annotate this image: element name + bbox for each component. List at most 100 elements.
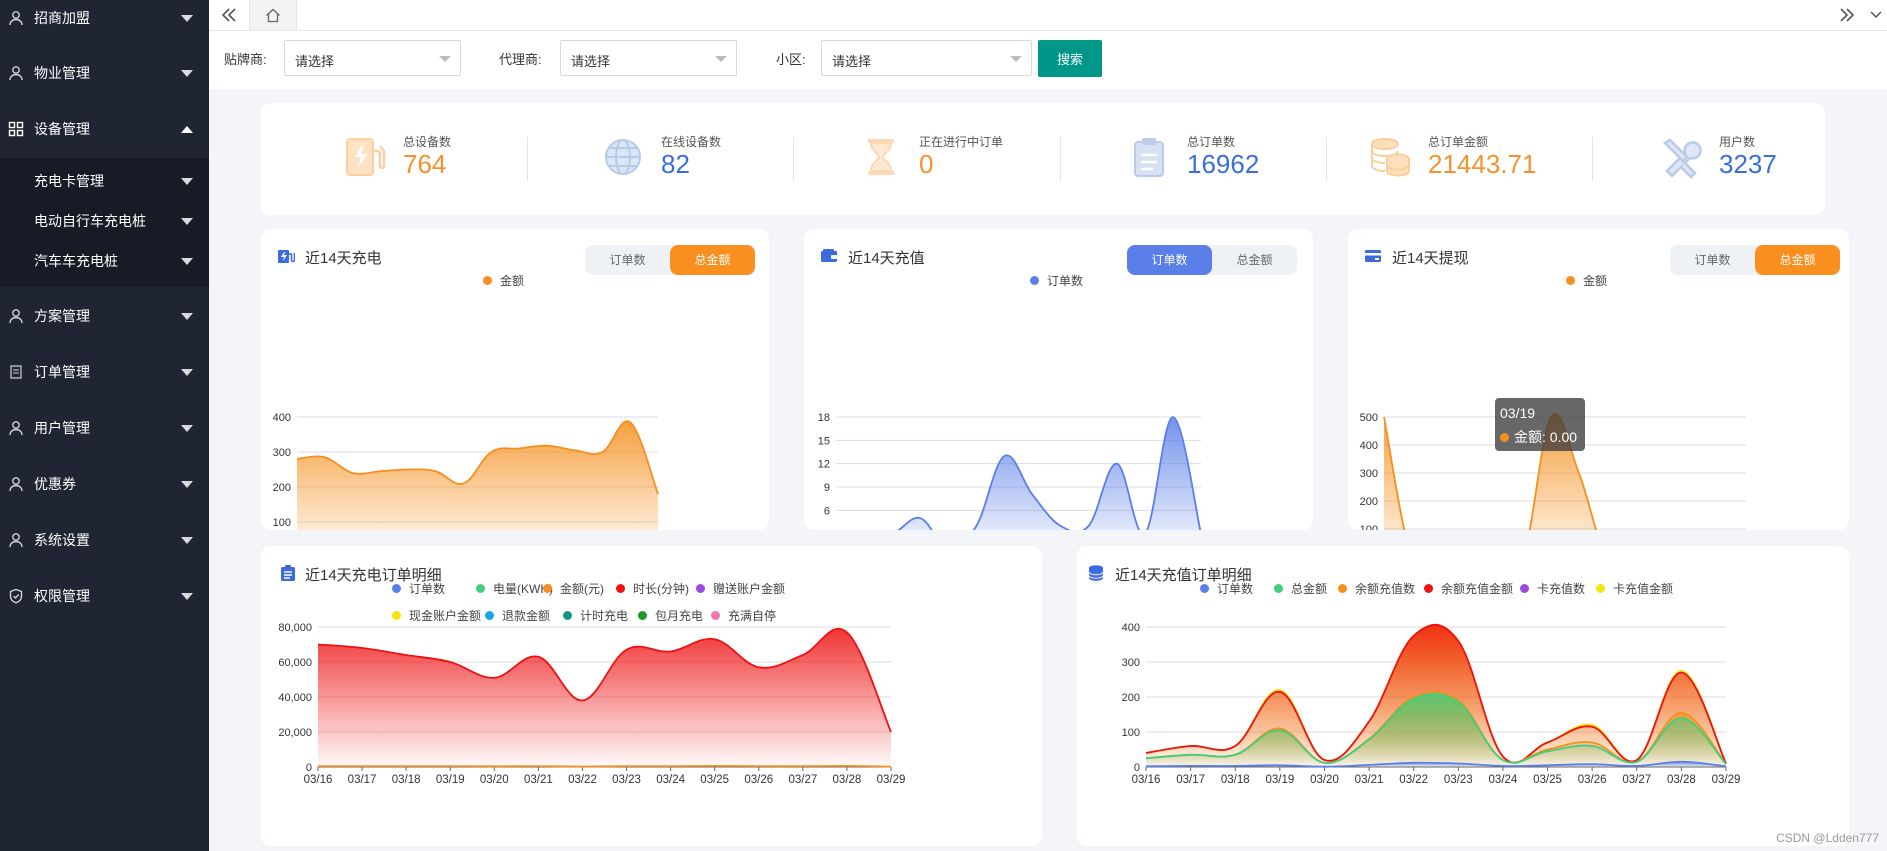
x-tick-label: 03/22 [568,774,597,786]
community-select[interactable]: 请选择 [821,40,1032,76]
recharge-14d-card: 近14天充值 订单数 总金额 订单数 036912151803/1603/180… [804,229,1313,530]
y-tick-label: 500 [1360,412,1378,424]
y-tick-label: 9 [824,482,830,494]
home-icon [266,8,280,22]
sidebar: 招商加盟 物业管理 设备管理 充电卡管理 电动自行车充电桩 汽车车充电桩 方案管… [0,0,209,851]
x-tick-label: 03/17 [1176,774,1205,786]
chevron-down-icon [181,258,193,265]
submenu-item-ebike-pile[interactable]: 电动自行车充电桩 [0,201,209,241]
user-icon [9,477,23,492]
brand-select[interactable]: 请选择 [284,40,461,76]
x-tick-label: 03/23 [612,774,641,786]
tooltip-line: 金额: 0.00 [1500,427,1577,447]
x-tick-label: 03/20 [1310,774,1339,786]
divider [527,137,528,181]
y-tick-label: 0 [306,762,312,774]
recharge-detail-chart: 0 100 200 300 400 03/16 03/17 03/18 03/19 03/20 03… [1122,622,1741,786]
menu-item-permissions[interactable]: 权限管理 [0,568,209,624]
submenu-item-charge-card[interactable]: 充电卡管理 [0,161,209,201]
chart-tooltip: 03/19 金额: 0.00 [1495,398,1585,451]
menu-item-plan[interactable]: 方案管理 [0,288,209,344]
menu-label: 物业管理 [34,65,90,81]
home-tab[interactable] [249,0,297,30]
x-tick-label: 03/28 [833,774,862,786]
y-tick-label: 15 [818,435,830,447]
recharge-14d-chart: 036912151803/1603/1803/2003/2203/2403/26… [818,412,1202,530]
y-tick-label: 400 [1360,440,1378,452]
charge-14d-card: 近14天充电 订单数 总金额 金额 010020030040003/1603/1… [261,229,769,530]
globe-icon [605,139,641,175]
menu-item-settings[interactable]: 系统设置 [0,512,209,568]
withdraw-14d-chart: 010020030040050003/1603/1803/2003/2203/2… [1360,412,1746,530]
stat-label: 总设备数 [403,135,452,149]
y-tick-label: 300 [1122,657,1140,669]
submenu-label: 汽车车充电桩 [34,253,118,269]
x-tick-label: 03/21 [1355,774,1384,786]
agent-label: 代理商: [499,52,542,67]
x-tick-label: 03/24 [656,774,685,786]
menu-item-users[interactable]: 用户管理 [0,400,209,456]
y-tick-label: 100 [1122,727,1140,739]
x-tick-label: 03/19 [1265,774,1294,786]
menu-item-franchise[interactable]: 招商加盟 [0,0,209,46]
dashboard-content: 总设备数 764 在线设备数 82 正在进行中订单 0 总订单数 16962 总… [209,89,1887,851]
menu-item-coupons[interactable]: 优惠券 [0,456,209,512]
clipboard-icon [1134,138,1164,177]
agent-select[interactable]: 请选择 [560,40,737,76]
menu-label: 招商加盟 [34,10,90,26]
menu-item-device[interactable]: 设备管理 [0,101,209,157]
y-tick-label: 60,000 [278,657,312,669]
x-tick-label: 03/27 [1622,774,1651,786]
x-tick-label: 03/25 [700,774,729,786]
stat-value: 16962 [1187,149,1260,179]
submenu-label: 电动自行车充电桩 [34,213,146,229]
brand-select-value: 请选择 [295,54,335,69]
tools-icon [1662,138,1702,179]
divider [793,137,794,181]
menu-label: 方案管理 [34,308,90,324]
submenu-item-car-pile[interactable]: 汽车车充电桩 [0,241,209,281]
double-chevron-right-icon [1840,8,1855,22]
chevron-down-icon [181,537,193,544]
chevron-down-icon [181,593,193,600]
withdraw-14d-card: 近14天提现 订单数 总金额 金额 010020030040050003/160… [1348,229,1849,530]
y-tick-label: 0 [1134,762,1140,774]
menu-label: 用户管理 [34,420,90,436]
stat-label: 用户数 [1719,135,1756,149]
tooltip-date: 03/19 [1500,405,1536,421]
x-tick-label: 03/25 [1533,774,1562,786]
x-tick-label: 03/16 [1132,774,1161,786]
series-area [297,421,658,530]
chevron-down-icon [181,15,193,22]
menu-label: 设备管理 [34,121,90,137]
chevron-down-icon [181,313,193,320]
stat-label: 总订单数 [1187,135,1236,149]
brand-label: 贴牌商: [224,52,267,67]
chevron-down-icon [181,425,193,432]
chevron-down-icon [181,70,193,77]
double-chevron-left-icon [221,8,236,22]
x-tick-label: 03/19 [436,774,465,786]
x-tick-label: 03/29 [1712,774,1741,786]
scroll-right-button[interactable] [1827,0,1867,30]
charging-station-icon [346,138,386,176]
recharge-detail-card: 近14天充值订单明细 订单数 总金额 余额充值数 余额充值金额 卡充值数 卡充值金额 01… [1077,546,1849,846]
x-tick-label: 03/17 [348,774,377,786]
search-button[interactable]: 搜索 [1038,40,1102,77]
menu-item-orders[interactable]: 订单管理 [0,344,209,400]
stat-value: 764 [403,149,447,179]
tooltip-value: 金额: 0.00 [1514,429,1578,445]
community-label: 小区: [776,52,806,67]
divider [1592,137,1593,181]
chevron-up-icon [181,126,193,133]
scroll-left-button[interactable] [209,0,249,30]
y-tick-label: 100 [1360,524,1378,530]
y-tick-label: 400 [1122,622,1140,634]
y-tick-label: 300 [1360,468,1378,480]
tab-menu-button[interactable] [1865,0,1887,30]
series-area [898,417,1201,530]
x-tick-label: 03/26 [1578,774,1607,786]
y-tick-label: 18 [818,412,830,424]
user-icon [9,309,23,324]
menu-item-property[interactable]: 物业管理 [0,45,209,101]
